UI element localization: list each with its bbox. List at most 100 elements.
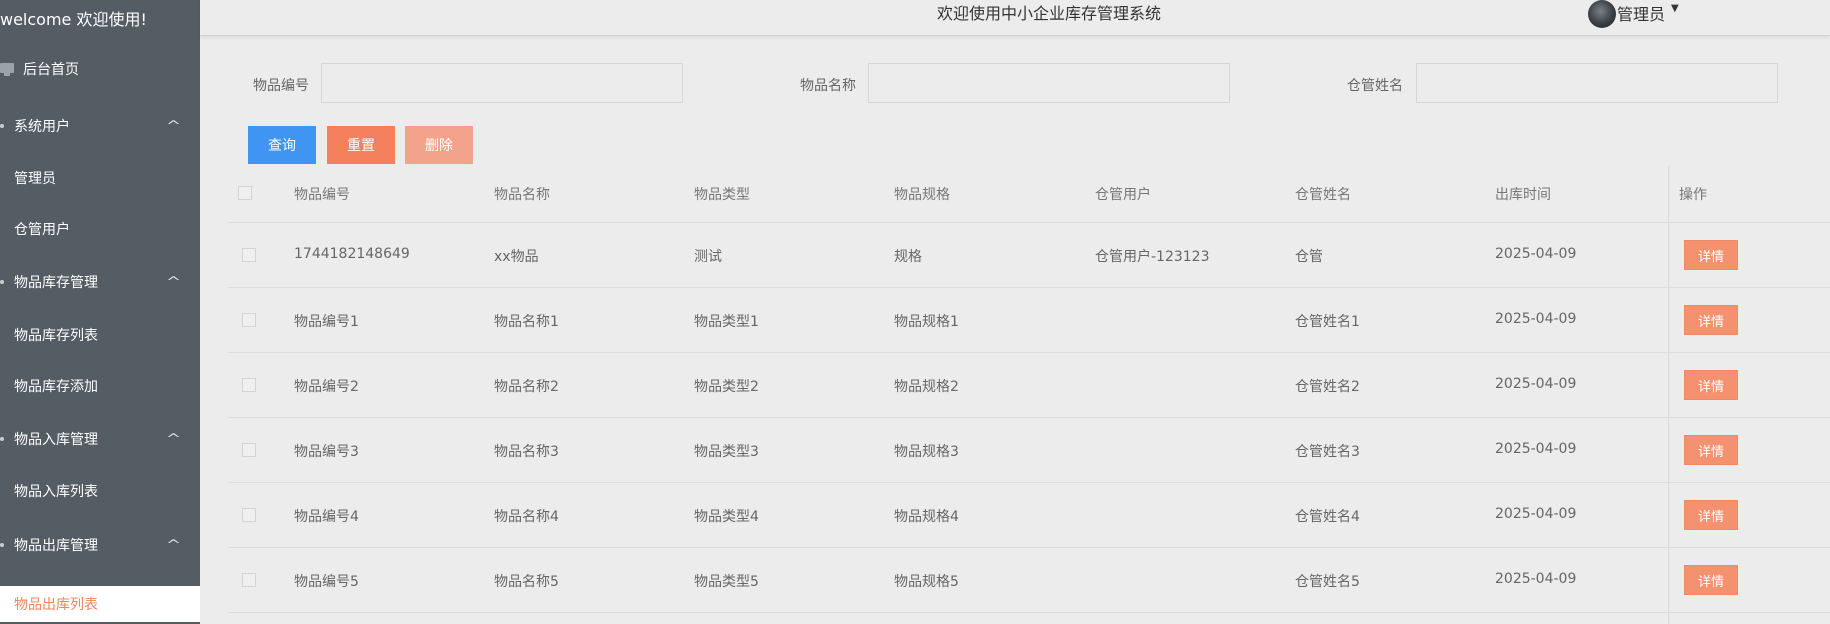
- delete-button[interactable]: 删除: [405, 126, 473, 164]
- table-row: 物品编号5 物品名称5 物品类型5 物品规格5 仓管姓名5 2025-04-09 详情: [228, 548, 1830, 613]
- detail-button[interactable]: 详情: [1684, 500, 1738, 530]
- sidebar-item-inbound-list[interactable]: 物品入库列表: [0, 468, 200, 514]
- bullet-icon: [0, 543, 4, 547]
- detail-button[interactable]: 详情: [1684, 565, 1738, 595]
- sidebar-group-label: 系统用户: [14, 119, 70, 135]
- table-cell: 物品名称5: [494, 574, 559, 590]
- sidebar-group-label: 物品入库管理: [14, 432, 98, 448]
- caret-down-icon[interactable]: ▼: [1671, 3, 1679, 14]
- query-button[interactable]: 查询: [248, 126, 316, 164]
- table-cell: 2025-04-09: [1495, 506, 1577, 522]
- table-cell: 物品类型4: [694, 509, 759, 525]
- outbound-table: 物品编号 物品名称 物品类型 物品规格 仓管用户 仓管姓名 出库时间 操作 17…: [228, 165, 1830, 624]
- sidebar-item-label: 后台首页: [23, 62, 79, 78]
- row-checkbox[interactable]: [242, 378, 256, 392]
- table-cell: 仓管姓名4: [1295, 509, 1360, 525]
- table-cell: 仓管: [1295, 249, 1323, 265]
- table-cell: xx物品: [494, 249, 539, 265]
- table-cell: 物品编号3: [294, 444, 359, 460]
- reset-button[interactable]: 重置: [327, 126, 395, 164]
- sidebar-group-outbound[interactable]: 物品出库管理 ^: [0, 522, 200, 568]
- sidebar-item-label: 仓管用户: [14, 222, 70, 238]
- table-cell: 2025-04-09: [1495, 246, 1577, 262]
- sidebar-item-keeper-users[interactable]: 仓管用户: [0, 206, 200, 252]
- column-header: 物品编号: [294, 187, 350, 203]
- bullet-icon: [0, 280, 4, 284]
- welcome-text: welcome 欢迎使用!: [0, 10, 147, 29]
- table-cell: 仓管姓名2: [1295, 379, 1360, 395]
- row-checkbox[interactable]: [242, 248, 256, 262]
- row-checkbox[interactable]: [242, 443, 256, 457]
- sidebar-group-system-users[interactable]: 系统用户 ^: [0, 103, 200, 149]
- sidebar-item-label: 物品库存添加: [14, 379, 98, 395]
- avatar[interactable]: [1588, 0, 1616, 28]
- sidebar-item-home[interactable]: 后台首页: [0, 46, 200, 92]
- top-header: 欢迎使用中小企业库存管理系统 管理员 ▼: [200, 0, 1830, 36]
- bullet-icon: [0, 437, 4, 441]
- keeper-name-input[interactable]: [1416, 63, 1778, 103]
- table-cell: 仓管姓名5: [1295, 574, 1360, 590]
- sidebar: welcome 欢迎使用! 后台首页 系统用户 ^ 管理员 仓管用户 物品库存管…: [0, 0, 200, 624]
- table-cell: 物品名称2: [494, 379, 559, 395]
- table-cell: 仓管用户-123123: [1095, 249, 1210, 265]
- sidebar-item-outbound-list[interactable]: 物品出库列表: [0, 586, 200, 622]
- chevron-up-icon: ^: [165, 274, 182, 290]
- sidebar-group-inventory[interactable]: 物品库存管理 ^: [0, 259, 200, 305]
- sidebar-item-label: 物品入库列表: [14, 484, 98, 500]
- column-header: 物品名称: [494, 187, 550, 203]
- detail-button[interactable]: 详情: [1684, 240, 1738, 270]
- keeper-label: 仓管姓名: [1347, 78, 1403, 94]
- table-cell: 物品编号5: [294, 574, 359, 590]
- name-label: 物品名称: [800, 78, 856, 94]
- table-cell: 物品规格2: [894, 379, 959, 395]
- sidebar-group-label: 物品库存管理: [14, 275, 98, 291]
- table-cell: 物品名称1: [494, 314, 559, 330]
- row-checkbox[interactable]: [242, 313, 256, 327]
- table-cell: 2025-04-09: [1495, 571, 1577, 587]
- table-cell: 物品规格5: [894, 574, 959, 590]
- table-cell: 仓管姓名1: [1295, 314, 1360, 330]
- table-cell: 2025-04-09: [1495, 376, 1577, 392]
- table-row: 物品编号1 物品名称1 物品类型1 物品规格1 仓管姓名1 2025-04-09 详情: [228, 288, 1830, 353]
- chevron-up-icon: ^: [165, 537, 182, 553]
- item-name-input[interactable]: [868, 63, 1230, 103]
- monitor-icon: [0, 63, 14, 76]
- row-checkbox[interactable]: [242, 508, 256, 522]
- chevron-up-icon: ^: [165, 431, 182, 447]
- table-cell: 物品类型1: [694, 314, 759, 330]
- row-checkbox[interactable]: [242, 573, 256, 587]
- table-row: 物品编号2 物品名称2 物品类型2 物品规格2 仓管姓名2 2025-04-09 详情: [228, 353, 1830, 418]
- code-label: 物品编号: [253, 78, 309, 94]
- sidebar-item-admin[interactable]: 管理员: [0, 155, 200, 201]
- sidebar-group-inbound[interactable]: 物品入库管理 ^: [0, 416, 200, 462]
- table-cell: 物品编号1: [294, 314, 359, 330]
- table-header: 物品编号 物品名称 物品类型 物品规格 仓管用户 仓管姓名 出库时间 操作: [228, 165, 1830, 223]
- column-header: 仓管姓名: [1295, 187, 1351, 203]
- table-cell: 仓管姓名3: [1295, 444, 1360, 460]
- item-code-input[interactable]: [321, 63, 683, 103]
- select-all-checkbox[interactable]: [238, 186, 252, 200]
- table-cell: 1744182148649: [294, 246, 410, 262]
- detail-button[interactable]: 详情: [1684, 305, 1738, 335]
- sidebar-item-label: 物品出库列表: [14, 597, 98, 613]
- sidebar-item-label: 物品库存列表: [14, 328, 98, 344]
- column-header: 物品类型: [694, 187, 750, 203]
- table-cell: 2025-04-09: [1495, 441, 1577, 457]
- sidebar-item-inventory-list[interactable]: 物品库存列表: [0, 312, 200, 358]
- column-header: 操作: [1679, 187, 1707, 203]
- table-cell: 物品类型3: [694, 444, 759, 460]
- detail-button[interactable]: 详情: [1684, 370, 1738, 400]
- detail-button[interactable]: 详情: [1684, 435, 1738, 465]
- page-title: 欢迎使用中小企业库存管理系统: [937, 4, 1162, 23]
- table-cell: 规格: [894, 249, 922, 265]
- table-cell: 测试: [694, 249, 722, 265]
- table-cell: 物品编号2: [294, 379, 359, 395]
- table-cell: 物品编号4: [294, 509, 359, 525]
- bullet-icon: [0, 124, 4, 128]
- table-cell: 2025-04-09: [1495, 311, 1577, 327]
- table-cell: 物品规格1: [894, 314, 959, 330]
- sidebar-item-label: 管理员: [14, 171, 56, 187]
- sidebar-item-inventory-add[interactable]: 物品库存添加: [0, 363, 200, 409]
- table-cell: 物品类型5: [694, 574, 759, 590]
- user-menu[interactable]: 管理员: [1617, 1, 1665, 25]
